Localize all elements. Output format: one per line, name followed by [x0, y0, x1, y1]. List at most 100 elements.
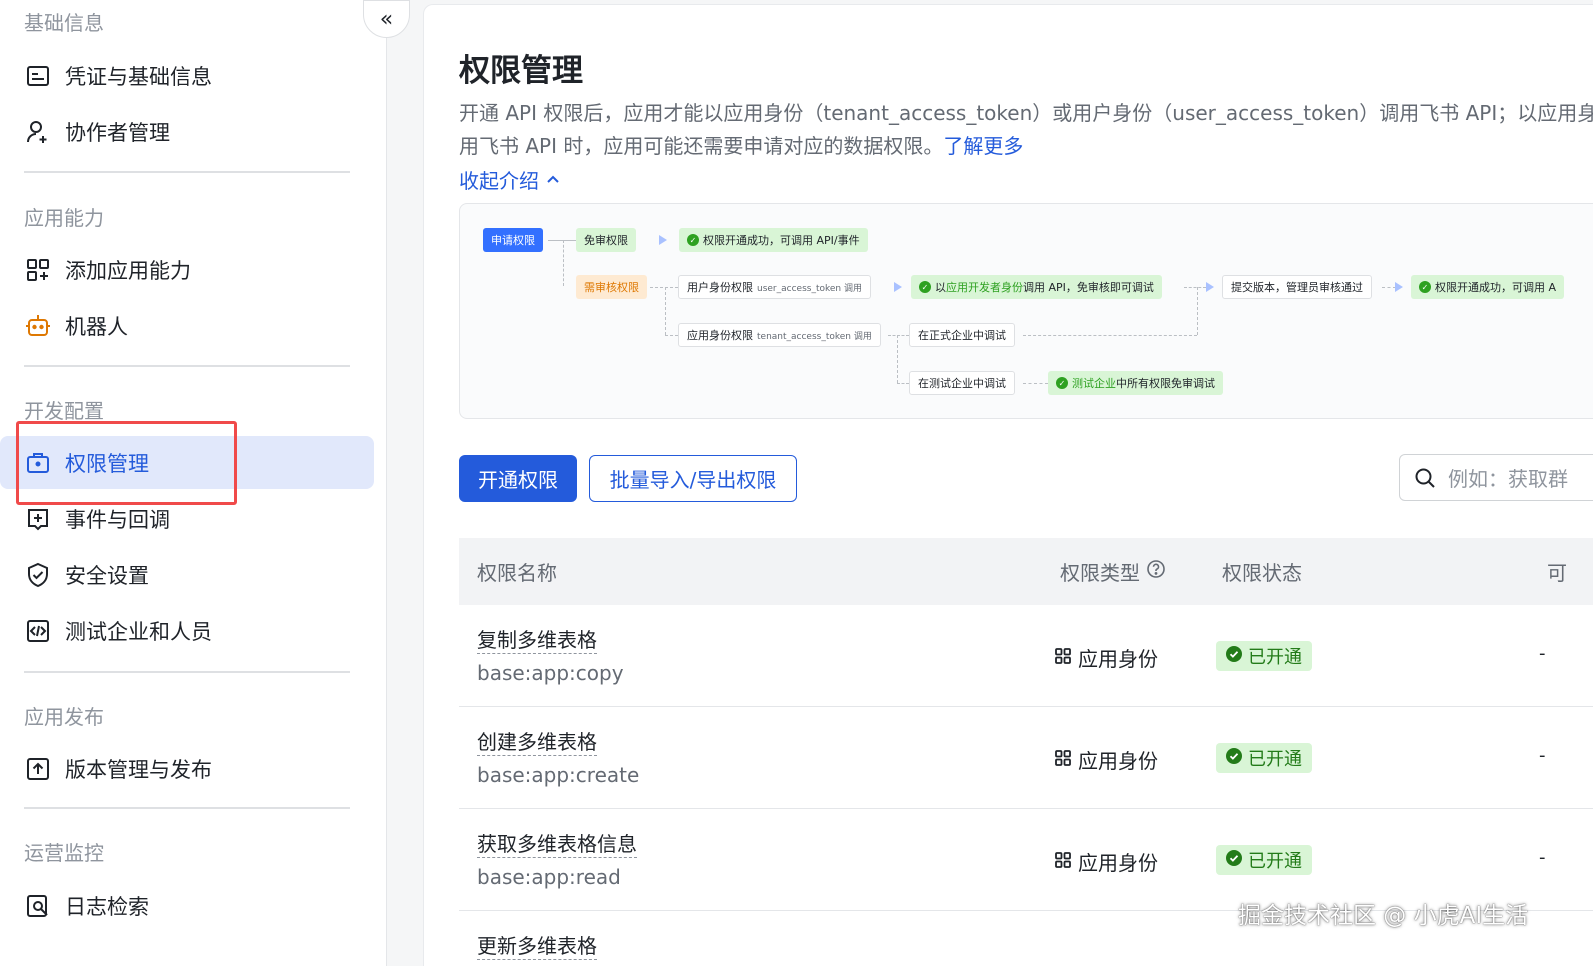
page-description: 开通 API 权限后，应用才能以应用身份（tenant_access_token… [459, 97, 1593, 163]
column-header-status: 权限状态 [1222, 561, 1302, 585]
shield-check-icon [24, 561, 52, 589]
table-header: 权限名称 权限类型 权限状态 可 [459, 538, 1593, 605]
permission-type: 应用身份 [1054, 643, 1158, 672]
divider [24, 807, 350, 809]
flow-connector [1197, 287, 1198, 335]
flow-connector [1184, 287, 1206, 288]
log-search-icon [24, 892, 52, 920]
collapse-intro-label: 收起介绍 [459, 169, 539, 193]
sidebar-item-add-capability[interactable]: 添加应用能力 [0, 243, 374, 296]
extra-value: - [1539, 745, 1546, 766]
flow-app-permission: 应用身份权限 tenant_access_token 调用 [678, 323, 881, 347]
permission-code: base:app:read [477, 865, 621, 889]
sidebar-item-label: 事件与回调 [65, 507, 170, 532]
permission-name[interactable]: 获取多维表格信息 [477, 831, 637, 858]
flow-connector [1023, 383, 1048, 384]
collapse-intro-link[interactable]: 收起介绍 [459, 165, 561, 194]
learn-more-link[interactable]: 了解更多 [943, 134, 1023, 158]
sidebar-item-label: 协作者管理 [65, 120, 170, 145]
sidebar-item-log-search[interactable]: 日志检索 [0, 879, 374, 932]
app-grid-icon [1054, 850, 1072, 874]
flow-connector [563, 240, 564, 286]
flow-user-permission-sub: user_access_token 调用 [757, 283, 862, 294]
grid-add-icon [24, 256, 52, 284]
column-header-extra: 可 [1547, 561, 1567, 585]
column-header-type: 权限类型 [1060, 557, 1166, 586]
flow-connector [548, 240, 576, 241]
check-circle-icon [1226, 747, 1242, 769]
status-badge: 已开通 [1216, 845, 1312, 875]
sidebar-item-label: 版本管理与发布 [65, 757, 212, 782]
table-row[interactable]: 创建多维表格 base:app:create 应用身份 已开通 - [459, 707, 1593, 809]
flow-connector [1382, 287, 1396, 288]
flow-apply-permission: 申请权限 [483, 228, 543, 252]
flow-free-permission: 免审权限 [576, 228, 636, 252]
sidebar-item-label: 机器人 [65, 314, 128, 339]
permission-name[interactable]: 创建多维表格 [477, 729, 597, 756]
user-add-icon [24, 118, 52, 146]
section-title-monitoring: 运营监控 [24, 841, 104, 865]
flow-connector [1023, 335, 1197, 336]
enable-permission-button[interactable]: 开通权限 [459, 455, 577, 502]
app-grid-icon [1054, 748, 1072, 772]
divider [24, 671, 350, 673]
extra-value: - [1539, 643, 1546, 664]
sidebar-item-security[interactable]: 安全设置 [0, 548, 374, 601]
flow-success-2: ✓ 权限开通成功，可调用 A [1411, 275, 1565, 299]
extra-value: - [1539, 847, 1546, 868]
robot-icon [24, 312, 52, 340]
check-circle-icon: ✓ [1056, 377, 1068, 389]
description-line-2: 用飞书 API 时，应用可能还需要申请对应的数据权限。了解更多 [459, 130, 1593, 163]
flow-review-permission: 需审核权限 [576, 275, 647, 299]
permission-type: 应用身份 [1054, 745, 1158, 774]
section-title-publish: 应用发布 [24, 705, 104, 729]
flow-test-free: ✓ 测试企业 中所有权限免审调试 [1048, 371, 1223, 395]
id-card-icon [24, 62, 52, 90]
flow-connector [650, 287, 678, 288]
check-circle-icon: ✓ [919, 281, 931, 293]
check-circle-icon [1226, 645, 1242, 667]
flow-arrow-icon [894, 282, 902, 292]
sidebar: 基础信息 凭证与基础信息 协作者管理 应用能力 添加应用能力 机器人 开发配置 … [0, 0, 387, 966]
status-badge: 已开通 [1216, 641, 1312, 671]
sidebar-item-label: 日志检索 [65, 894, 149, 919]
sidebar-item-robot[interactable]: 机器人 [0, 299, 374, 352]
page-title: 权限管理 [459, 53, 583, 89]
sidebar-item-label: 安全设置 [65, 563, 149, 588]
flow-submit-version: 提交版本，管理员审核通过 [1222, 275, 1372, 299]
sidebar-item-credentials[interactable]: 凭证与基础信息 [0, 49, 374, 102]
flow-app-permission-sub: tenant_access_token 调用 [757, 331, 872, 342]
sidebar-item-label: 凭证与基础信息 [65, 64, 212, 89]
batch-import-export-button[interactable]: 批量导入/导出权限 [589, 455, 797, 502]
flow-dev-call: ✓ 以应用开发者身份 调用 API，免审核即可调试 [911, 275, 1162, 299]
flow-connector [897, 335, 898, 383]
permission-name[interactable]: 复制多维表格 [477, 627, 597, 654]
column-header-name: 权限名称 [477, 561, 557, 585]
permission-name[interactable]: 更新多维表格 [477, 933, 597, 960]
table-row[interactable]: 复制多维表格 base:app:copy 应用身份 已开通 - [459, 605, 1593, 707]
section-title-basic: 基础信息 [24, 11, 104, 35]
permission-code: base:app:copy [477, 661, 624, 685]
check-circle-icon [1226, 849, 1242, 871]
help-circle-icon[interactable] [1146, 559, 1166, 584]
section-title-dev-config: 开发配置 [24, 399, 104, 423]
check-circle-icon: ✓ [687, 234, 699, 246]
permission-search-input[interactable]: 例如：获取群 [1399, 454, 1593, 501]
search-placeholder: 例如：获取群 [1448, 467, 1568, 491]
sidebar-item-test-enterprise[interactable]: 测试企业和人员 [0, 604, 374, 657]
sidebar-item-collaborators[interactable]: 协作者管理 [0, 105, 374, 158]
status-label: 已开通 [1248, 749, 1302, 770]
permission-type: 应用身份 [1054, 847, 1158, 876]
flow-connector [665, 335, 678, 336]
event-add-icon [24, 505, 52, 533]
permission-flow-diagram: 申请权限 免审权限 ✓ 权限开通成功，可调用 API/事件 需审核权限 用户身份权… [459, 203, 1593, 419]
sidebar-item-versions[interactable]: 版本管理与发布 [0, 742, 374, 795]
description-text: 用飞书 API 时，应用可能还需要申请对应的数据权限。 [459, 134, 944, 158]
flow-app-permission-label: 应用身份权限 [687, 329, 753, 342]
status-label: 已开通 [1248, 647, 1302, 668]
app-grid-icon [1054, 646, 1072, 670]
permission-code: base:app:create [477, 763, 640, 787]
flow-success-2-label: 权限开通成功，可调用 A [1435, 281, 1557, 294]
flow-test-enterprise: 在测试企业中调试 [909, 371, 1015, 395]
search-icon [1414, 467, 1436, 489]
